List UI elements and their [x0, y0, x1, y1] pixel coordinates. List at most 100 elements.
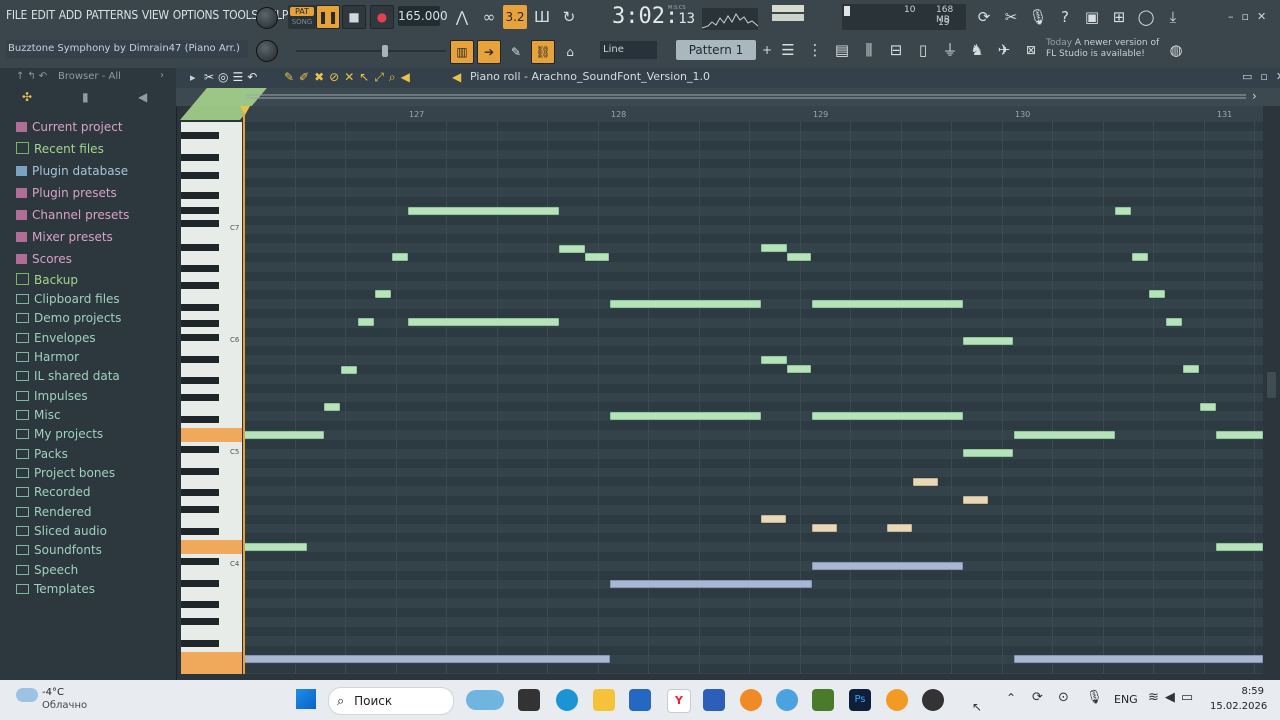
black-key[interactable]: [181, 489, 219, 496]
tray-sync-icon[interactable]: ⟳: [1032, 690, 1043, 705]
master-volume-knob[interactable]: [256, 7, 278, 29]
arrow-right-icon[interactable]: ➔: [477, 40, 501, 64]
note[interactable]: [1014, 431, 1115, 439]
black-key[interactable]: [181, 192, 219, 199]
browser-item[interactable]: Envelopes: [16, 329, 96, 347]
browser-item[interactable]: Impulses: [16, 387, 88, 405]
wait-record-icon[interactable]: ∞: [477, 5, 501, 29]
menu-tools[interactable]: TOOLS: [223, 8, 258, 26]
piano-icon[interactable]: ▥: [450, 40, 474, 64]
highlighted-key[interactable]: [181, 652, 242, 674]
note[interactable]: [787, 253, 811, 261]
note[interactable]: [1014, 655, 1263, 663]
tray-expand-icon[interactable]: ⌃: [1006, 691, 1016, 705]
browser-nav-icons[interactable]: ↑↰↶: [16, 71, 50, 82]
browser-item[interactable]: Recorded: [16, 483, 90, 501]
browser-item[interactable]: Demo projects: [16, 309, 121, 327]
note[interactable]: [1115, 207, 1131, 215]
speaker-icon[interactable]: ◀: [138, 90, 147, 104]
stop-button[interactable]: ■: [342, 5, 366, 29]
black-key[interactable]: [181, 377, 219, 384]
browser-item[interactable]: Misc: [16, 406, 61, 424]
menu-view[interactable]: VIEW: [142, 8, 169, 26]
menu-patterns[interactable]: PATTERNS: [86, 8, 138, 26]
black-key[interactable]: [181, 580, 219, 587]
file-icon[interactable]: ▯: [911, 38, 935, 62]
black-key[interactable]: [181, 244, 219, 251]
note[interactable]: [887, 524, 912, 532]
microphone-icon[interactable]: 🎙: [1026, 5, 1050, 29]
mixer-view-icon[interactable]: ⫼: [857, 38, 881, 62]
language-indicator[interactable]: ENG: [1114, 693, 1138, 706]
save-icon[interactable]: ▣: [1080, 5, 1104, 29]
task-view-icon[interactable]: [518, 689, 540, 711]
note[interactable]: [244, 431, 324, 439]
browser-item[interactable]: Project bones: [16, 464, 115, 482]
note[interactable]: [963, 449, 1013, 457]
file-explorer-icon[interactable]: [593, 689, 615, 711]
browser-item[interactable]: Scores: [16, 250, 72, 268]
note[interactable]: [610, 300, 761, 308]
news-panel[interactable]: Today A newer version of FL Studio is av…: [1046, 38, 1162, 60]
black-key[interactable]: [181, 416, 219, 423]
download-icon[interactable]: ⤓: [1161, 5, 1185, 29]
note[interactable]: [812, 562, 963, 570]
whiteboard-icon[interactable]: [703, 689, 725, 711]
black-key[interactable]: [181, 506, 219, 513]
browser-item[interactable]: Channel presets: [16, 206, 129, 224]
note[interactable]: [375, 290, 391, 298]
browser-item[interactable]: Speech: [16, 561, 78, 579]
note[interactable]: [610, 580, 812, 588]
playhead-marker-icon[interactable]: [240, 106, 250, 115]
obs-icon[interactable]: [922, 689, 944, 711]
yandex-icon[interactable]: Y: [667, 689, 691, 713]
menu-arrow-icon[interactable]: ›: [160, 70, 164, 81]
black-key[interactable]: [181, 132, 219, 139]
plugin-picker-icon[interactable]: ⊟: [884, 38, 908, 62]
note[interactable]: [408, 318, 559, 326]
browser-item[interactable]: Sliced audio: [16, 522, 107, 540]
pianoroll-tool-icons[interactable]: ✂◎☰↶: [204, 70, 261, 84]
slider-handle[interactable]: [382, 45, 388, 57]
pianoroll-menu-icon[interactable]: ▸: [190, 71, 196, 84]
black-key[interactable]: [181, 468, 219, 475]
edge-icon[interactable]: [556, 689, 578, 711]
black-key[interactable]: [181, 172, 219, 179]
dolphin-search-icon[interactable]: [466, 690, 504, 710]
note[interactable]: [1200, 403, 1216, 411]
black-key[interactable]: [181, 265, 219, 272]
browser-item[interactable]: Packs: [16, 445, 68, 463]
note[interactable]: [761, 244, 787, 252]
pattern-selector[interactable]: Pattern 1: [676, 40, 756, 60]
tray-network-sound-battery-icons[interactable]: ≋◀▭: [1148, 690, 1199, 705]
black-key[interactable]: [181, 640, 219, 647]
pause-button[interactable]: ❚❚: [316, 5, 340, 29]
windows-start-icon[interactable]: [296, 689, 316, 709]
note[interactable]: [324, 403, 340, 411]
browser-item[interactable]: Rendered: [16, 503, 91, 521]
black-key[interactable]: [181, 356, 219, 363]
note[interactable]: [812, 524, 837, 532]
tray-steam-icon[interactable]: ⊙: [1058, 690, 1069, 705]
black-key[interactable]: [181, 282, 219, 289]
tempo-display[interactable]: 165.000: [398, 6, 448, 26]
note[interactable]: [761, 515, 786, 523]
note[interactable]: [913, 478, 938, 486]
note[interactable]: [1183, 365, 1199, 373]
browser-item[interactable]: My projects: [16, 425, 103, 443]
weather-temp[interactable]: -4°C: [42, 687, 64, 698]
metronome-icon[interactable]: ⋀: [450, 5, 474, 29]
master-slider[interactable]: [296, 45, 446, 57]
note[interactable]: [1132, 253, 1148, 261]
cut-icon[interactable]: ✂: [999, 5, 1023, 29]
touch-controller-icon[interactable]: ✈: [992, 38, 1016, 62]
pianoroll-window-controls[interactable]: ▭▫✕: [1242, 70, 1280, 83]
note[interactable]: [244, 655, 610, 663]
browser-item[interactable]: Harmor: [16, 348, 79, 366]
undo-history-icon[interactable]: ⟳: [972, 5, 996, 29]
blender-icon[interactable]: [740, 689, 762, 711]
clock-date[interactable]: 15.02.2026: [1210, 701, 1267, 712]
winrar-icon[interactable]: [812, 689, 834, 711]
browser-item[interactable]: Backup: [16, 271, 78, 289]
black-key[interactable]: [181, 558, 219, 565]
